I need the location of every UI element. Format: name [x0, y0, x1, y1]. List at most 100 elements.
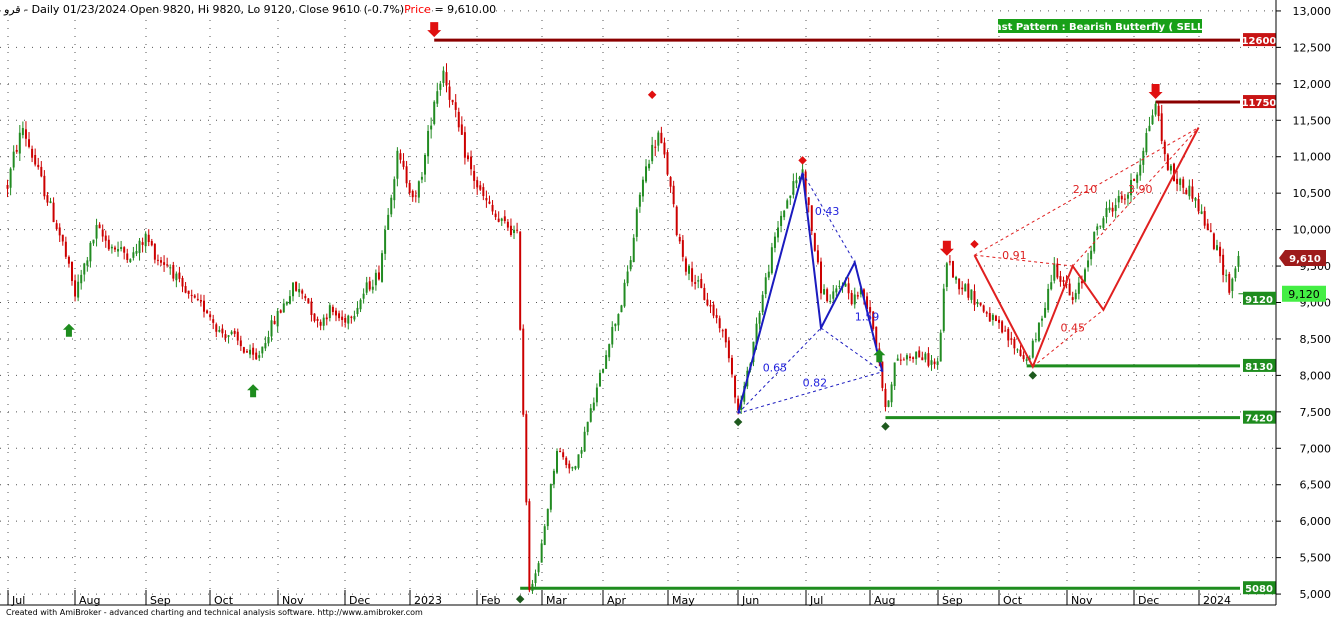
candle-body: [156, 259, 159, 261]
candle-body: [86, 260, 89, 266]
candle-body: [52, 202, 55, 223]
candle-body: [1053, 263, 1056, 281]
candle-body: [1212, 233, 1215, 250]
candle-body: [598, 372, 601, 387]
candle-body: [580, 450, 583, 454]
candle-body: [991, 314, 994, 320]
level-tag-label: 5080: [1245, 584, 1273, 595]
candle-body: [101, 229, 104, 237]
candle-body: [540, 543, 543, 563]
price-tick-label: 11,500: [1293, 114, 1332, 127]
candle-body: [1013, 338, 1016, 349]
candle-body: [451, 99, 454, 103]
candle-body: [838, 285, 841, 287]
candle-body: [829, 301, 832, 303]
candle-body: [1041, 318, 1044, 321]
candle-body: [513, 229, 516, 233]
candle-body: [1139, 164, 1142, 176]
candle-body: [92, 239, 95, 244]
candle-body: [488, 201, 491, 204]
candle-body: [1160, 113, 1163, 142]
candle-body: [589, 408, 592, 422]
candle-body: [976, 302, 979, 304]
time-tick-label: Feb: [481, 594, 500, 607]
candle-body: [681, 240, 684, 257]
candle-body: [574, 466, 577, 469]
candle-body: [28, 139, 31, 147]
candle-body: [982, 305, 985, 312]
candle-body: [245, 351, 248, 353]
candle-body: [912, 357, 915, 360]
candle-body: [1096, 226, 1099, 230]
candle-body: [497, 218, 500, 222]
candle-body: [730, 357, 733, 375]
candle-body: [420, 176, 423, 180]
candle-body: [98, 224, 101, 229]
candle-body: [1102, 218, 1105, 228]
candle-body: [31, 148, 34, 158]
candle-body: [826, 289, 829, 302]
pattern-label: Last Pattern : Bearish Butterfly ( SELL …: [989, 22, 1212, 33]
candle-body: [896, 358, 899, 361]
candle-body: [927, 353, 930, 366]
candle-body: [1157, 105, 1160, 117]
candle-body: [479, 185, 482, 190]
candle-body: [1022, 355, 1025, 360]
price-tick-label: 5,000: [1300, 588, 1332, 601]
candle-body: [979, 302, 982, 306]
candle-body: [531, 583, 534, 591]
candle-body: [24, 129, 27, 139]
candle-body: [687, 265, 690, 274]
candle-body: [1136, 174, 1139, 183]
candle-body: [43, 175, 46, 197]
candle-body: [988, 313, 991, 322]
candle-body: [1034, 339, 1037, 341]
candle-body: [549, 484, 552, 510]
candle-body: [279, 310, 282, 313]
candle-body: [215, 324, 218, 332]
candle-body: [55, 223, 58, 230]
time-tick-label: Sep: [942, 594, 963, 607]
candle-body: [608, 344, 611, 358]
candle-body: [184, 286, 187, 293]
candle-body: [206, 310, 209, 314]
candle-body: [611, 326, 614, 345]
candle-body: [816, 250, 819, 263]
candle-body: [605, 355, 608, 369]
candle-body: [104, 235, 107, 241]
price-tick-label: 10,000: [1293, 224, 1332, 237]
candle-body: [390, 197, 393, 215]
candle-body: [384, 230, 387, 254]
candle-body: [1200, 211, 1203, 214]
level-tag-label: 11750: [1242, 98, 1277, 109]
candle-body: [202, 300, 205, 312]
candle-body: [951, 261, 954, 278]
harmonic-ratio-label: 0.65: [763, 362, 788, 375]
candle-body: [1025, 359, 1028, 361]
candle-body: [107, 239, 110, 250]
candle-body: [694, 282, 697, 284]
candle-body: [166, 264, 169, 266]
candle-body: [74, 280, 77, 297]
candle-body: [282, 303, 285, 313]
harmonic-ratio-label: 3.90: [1128, 183, 1153, 196]
candle-body: [353, 315, 356, 320]
candle-body: [196, 298, 199, 300]
time-tick-label: Aug: [874, 594, 895, 607]
candle-body: [1234, 268, 1237, 279]
candle-body: [135, 250, 138, 254]
candle-body: [1176, 178, 1179, 184]
candle-body: [586, 421, 589, 432]
time-tick-label: Apr: [607, 594, 627, 607]
candle-body: [83, 263, 86, 275]
candle-body: [1099, 225, 1102, 227]
time-tick-label: Sep: [150, 594, 171, 607]
candle-body: [396, 150, 399, 179]
candle-body: [190, 294, 193, 296]
candle-body: [1219, 246, 1222, 257]
candle-body: [786, 200, 789, 209]
candle-body: [1206, 223, 1209, 231]
candle-body: [344, 317, 347, 323]
candle-body: [169, 267, 172, 269]
candle-body: [328, 305, 331, 319]
